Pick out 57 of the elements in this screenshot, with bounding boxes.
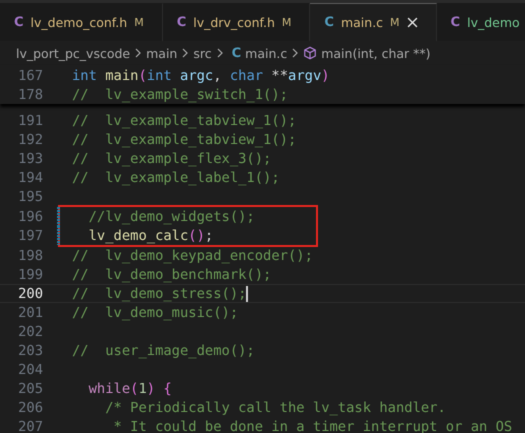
line-number: 199 (17, 266, 43, 282)
c-file-icon: C (324, 15, 334, 30)
c-file-icon: C (232, 46, 242, 60)
c-file-icon: C (176, 15, 186, 30)
modified-label: M (390, 16, 400, 29)
line-number: 201 (17, 304, 43, 320)
code-line: // lv_demo_stress(); (72, 286, 246, 302)
code-line: int main(int argc, char **argv) (72, 68, 330, 84)
code-line: // lv_example_flex_3(); (72, 150, 272, 166)
code-line: // lv_demo_music(); (72, 304, 238, 320)
code-line: // user_image_demo(); (72, 342, 255, 358)
code-line: lv_demo_calc(); (88, 228, 214, 244)
line-number: 192 (17, 132, 43, 148)
breadcrumb-item[interactable]: lv_port_pc_vscode (16, 46, 130, 60)
close-icon[interactable] (406, 17, 418, 28)
modified-label: M (282, 16, 292, 29)
modified-label: M (134, 16, 144, 29)
breadcrumb-item[interactable]: main.c (245, 46, 288, 60)
line-number: 193 (17, 150, 43, 166)
editor-tab[interactable]: C lv_drv_conf.h M (162, 3, 310, 41)
chevron-icon (216, 47, 224, 59)
line-number: 191 (17, 112, 43, 128)
code-line: // lv_example_tabview_1(); (72, 112, 296, 128)
chevron-icon (291, 47, 300, 59)
code-line: //lv_demo_widgets(); (88, 208, 255, 224)
code-line: // lv_example_switch_1(); (72, 86, 288, 102)
chevron-icon (134, 47, 142, 59)
c-file-icon: C (14, 15, 24, 30)
code-line: /* Periodically call the lv_task handler. (104, 400, 446, 416)
c-file-icon: C (450, 15, 460, 30)
code-line: // lv_demo_benchmark(); (72, 266, 272, 282)
line-number: 203 (17, 342, 43, 358)
cube-icon (303, 46, 318, 60)
line-number: 207 (17, 418, 43, 433)
code-line: // lv_example_tabview_1(); (72, 132, 296, 148)
line-number: 205 (17, 380, 43, 396)
text-cursor (246, 286, 248, 302)
code-line: while(1) { (88, 380, 172, 396)
line-number: 167 (17, 68, 43, 84)
line-number: 206 (17, 400, 43, 416)
chevron-icon (181, 47, 190, 59)
editor-tab[interactable]: C main.c M (310, 3, 437, 41)
code-line: // lv_demo_keypad_encoder(); (72, 248, 313, 264)
breadcrumb-item[interactable]: src (193, 46, 212, 60)
line-number: 196 (17, 208, 43, 224)
line-number: 194 (17, 170, 43, 186)
line-number: 195 (17, 188, 43, 204)
line-number: 197 (17, 228, 43, 244)
line-number: 178 (17, 86, 43, 102)
line-number: 198 (17, 248, 43, 264)
line-number: 202 (17, 324, 43, 340)
breadcrumb-item[interactable]: main(int, char **) (321, 46, 431, 60)
breadcrumb-item[interactable]: main (146, 46, 178, 60)
code-line: * It could be done in a timer interrupt or an OS (112, 418, 512, 433)
code-line: // lv_example_label_1(); (72, 170, 280, 186)
line-number: 204 (17, 362, 43, 378)
line-number: 200 (17, 286, 43, 302)
